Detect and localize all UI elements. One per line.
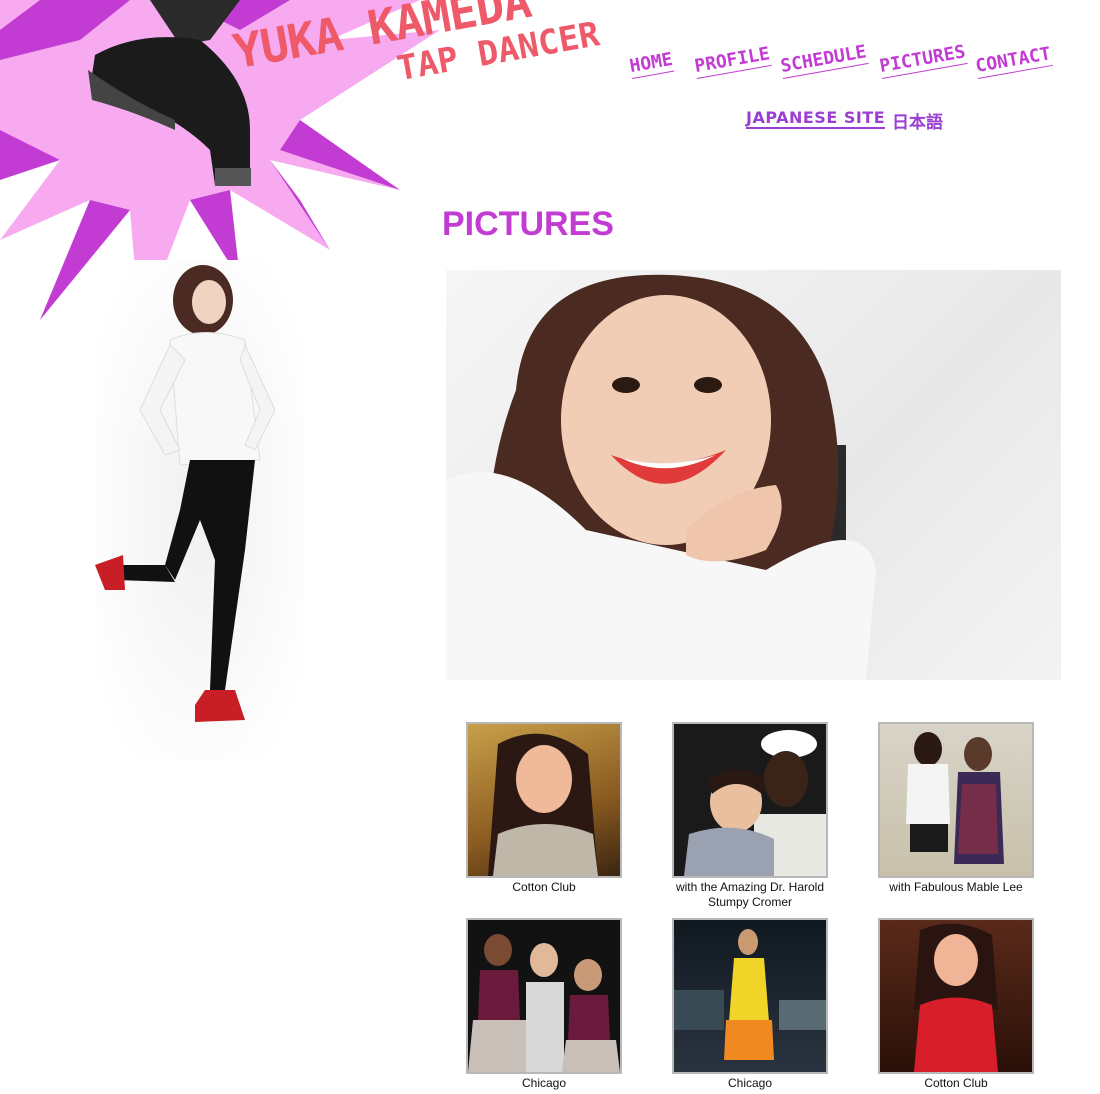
gallery-thumbnail[interactable]	[878, 918, 1034, 1074]
gallery-caption: Chicago	[727, 1076, 773, 1090]
page-title: PICTURES	[442, 205, 614, 243]
gallery-caption: Cotton Club	[512, 880, 576, 894]
gallery-caption: Chicago	[521, 1076, 567, 1090]
nav-profile[interactable]: PROFILE	[693, 43, 772, 79]
gallery-item[interactable]: with Fabulous Mable Lee	[876, 722, 1036, 895]
nav-schedule[interactable]: SCHEDULE	[779, 41, 869, 79]
gallery-item[interactable]: with the Amazing Dr. Harold Stumpy Crome…	[670, 722, 830, 910]
gallery-thumbnail[interactable]	[878, 722, 1034, 878]
gallery-thumbnail[interactable]	[466, 918, 622, 1074]
nav-contact[interactable]: CONTACT	[974, 43, 1053, 79]
gallery-item[interactable]: Cotton Club	[876, 918, 1036, 1091]
gallery-item[interactable]: Chicago	[670, 918, 830, 1091]
nav-home[interactable]: HOME	[628, 48, 675, 79]
dancer-photo	[95, 260, 305, 760]
nav-pictures[interactable]: PICTURES	[878, 41, 968, 79]
gallery-thumbnail[interactable]	[466, 722, 622, 878]
japanese-site-link[interactable]: JAPANESE SITE	[746, 108, 886, 129]
gallery-thumbnail[interactable]	[672, 918, 828, 1074]
gallery-caption: with the Amazing Dr. Harold Stumpy Crome…	[675, 880, 825, 909]
gallery-item[interactable]: Chicago	[464, 918, 624, 1091]
gallery-caption: with Fabulous Mable Lee	[889, 880, 1023, 894]
japanese-kanji-link[interactable]: 日本語	[892, 108, 943, 133]
hero-photo[interactable]	[446, 270, 1061, 680]
gallery-thumbnail[interactable]	[672, 722, 828, 878]
gallery-item[interactable]: Cotton Club	[464, 722, 624, 895]
gallery-caption: Cotton Club	[924, 1076, 988, 1090]
